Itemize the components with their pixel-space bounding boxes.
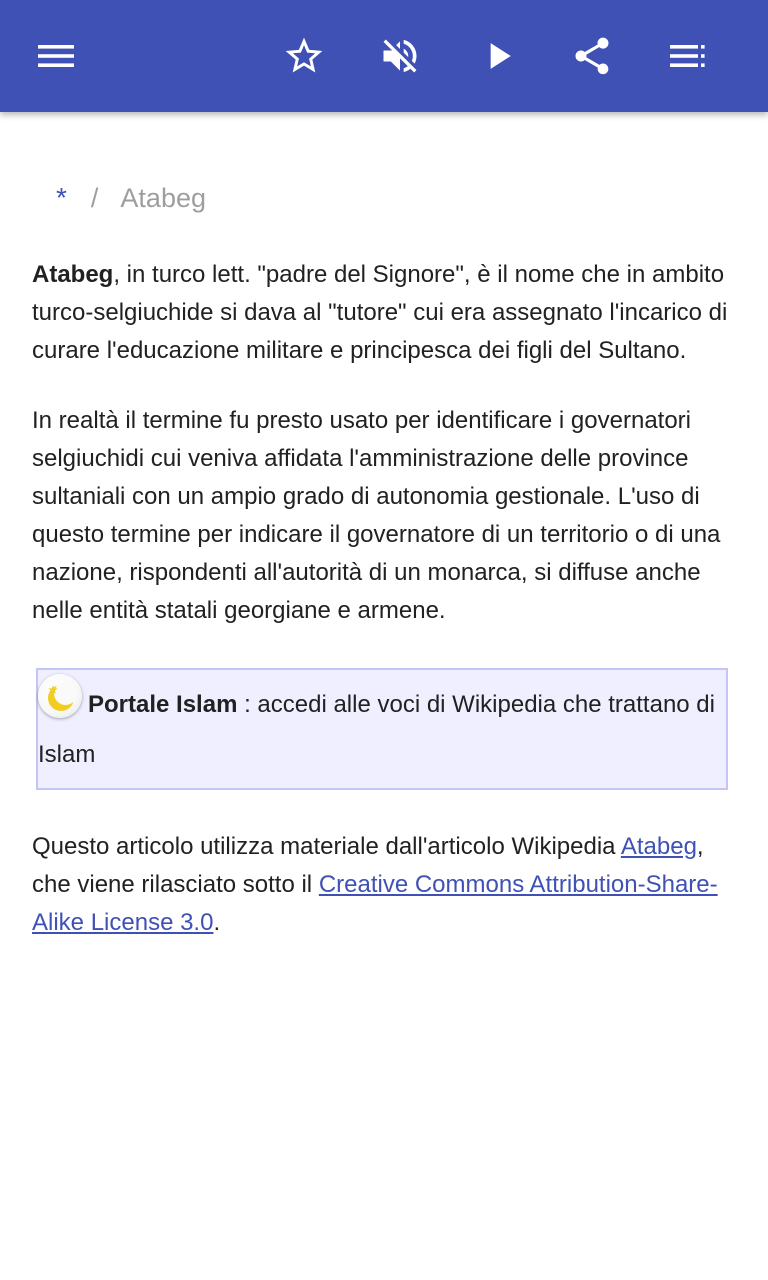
breadcrumb-separator: /	[90, 183, 99, 213]
article-paragraph-2: In realtà il termine fu presto usato per…	[32, 407, 721, 624]
playlist-icon	[670, 45, 705, 67]
hamburger-menu-icon	[38, 45, 74, 67]
breadcrumb-current: Atabeg	[120, 183, 206, 213]
play-button[interactable]	[470, 28, 526, 84]
share-icon	[575, 37, 609, 75]
star-outline-icon	[285, 37, 323, 73]
article-content: * / Atabeg Atabeg, in turco lett. "padre d…	[32, 112, 736, 942]
favorite-button[interactable]	[276, 28, 332, 84]
play-icon	[490, 43, 511, 69]
breadcrumb: * / Atabeg	[32, 178, 736, 218]
portal-link[interactable]: Portale Islam	[88, 691, 237, 718]
source-article-link[interactable]: Atabeg	[621, 833, 697, 860]
volume-off-icon	[383, 39, 417, 73]
article-paragraph-1: Atabeg, in turco lett. "padre del Signor…	[32, 256, 736, 370]
article-paragraph-1-text: , in turco lett. "padre del Signore", è …	[32, 261, 728, 364]
article-term: Atabeg	[32, 261, 114, 288]
share-button[interactable]	[564, 28, 620, 84]
attribution-paragraph: Questo articolo utilizza materiale dall'…	[32, 828, 736, 942]
playlist-button[interactable]	[660, 28, 716, 84]
attribution-prefix: Questo articolo utilizza materiale dall'…	[32, 833, 621, 860]
app-bar	[0, 0, 768, 112]
attribution-suffix: .	[213, 909, 221, 936]
breadcrumb-home-link[interactable]: *	[56, 182, 67, 213]
mute-button[interactable]	[372, 28, 428, 84]
menu-button[interactable]	[28, 28, 84, 84]
crescent-star-icon	[38, 674, 82, 718]
portal-box: Portale Islam : accedi alle voci di Wiki…	[36, 668, 728, 790]
